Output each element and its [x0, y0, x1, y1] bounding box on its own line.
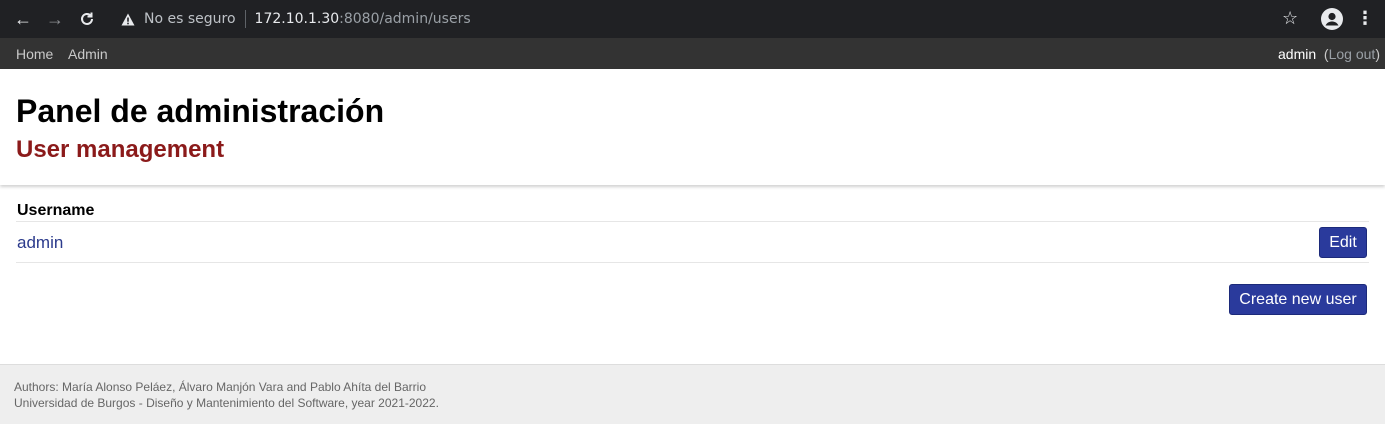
profile-avatar-icon[interactable] — [1321, 8, 1343, 30]
address-separator — [244, 10, 246, 28]
browser-toolbar: ← → No es seguro 172.10.1.30 :8080/admin… — [0, 0, 1385, 38]
paren-open: ( — [1320, 46, 1329, 62]
column-header-username: Username — [16, 200, 1369, 222]
footer-authors: Authors: María Alonso Peláez, Álvaro Man… — [14, 380, 427, 394]
url-host[interactable]: 172.10.1.30 — [255, 11, 340, 27]
nav-home-link[interactable]: Home — [16, 46, 53, 62]
kebab-menu-icon[interactable]: ⋮ — [1356, 8, 1374, 29]
page-subtitle: User management — [16, 136, 225, 163]
footer-institution: Universidad de Burgos - Diseño y Manteni… — [14, 396, 439, 410]
bookmark-star-icon[interactable]: ☆ — [1282, 8, 1298, 29]
forward-arrow-icon[interactable]: → — [44, 8, 66, 30]
table-row: admin Edit — [16, 222, 1369, 263]
back-arrow-icon[interactable]: ← — [12, 8, 34, 30]
page-footer: Authors: María Alonso Peláez, Álvaro Man… — [0, 364, 1385, 424]
security-label[interactable]: No es seguro — [144, 11, 236, 27]
user-session: admin (Log out) — [1278, 46, 1380, 62]
nav-admin-link[interactable]: Admin — [68, 46, 108, 62]
page-header: Panel de administración User management — [0, 69, 1385, 185]
edit-button[interactable]: Edit — [1319, 227, 1367, 258]
current-username: admin — [1278, 46, 1317, 62]
page-title: Panel de administración — [16, 93, 385, 129]
username-link[interactable]: admin — [17, 233, 63, 253]
paren-close: ) — [1375, 46, 1380, 62]
users-table: Username admin Edit — [16, 200, 1369, 263]
site-navbar: Home Admin admin (Log out) — [0, 38, 1385, 69]
create-user-button[interactable]: Create new user — [1229, 284, 1367, 315]
url-path[interactable]: :8080/admin/users — [339, 11, 470, 27]
reload-icon[interactable] — [76, 8, 98, 30]
address-bar[interactable]: No es seguro 172.10.1.30 :8080/admin/use… — [110, 4, 1295, 34]
logout-link[interactable]: Log out — [1329, 46, 1376, 62]
warning-triangle-icon[interactable] — [120, 11, 136, 27]
